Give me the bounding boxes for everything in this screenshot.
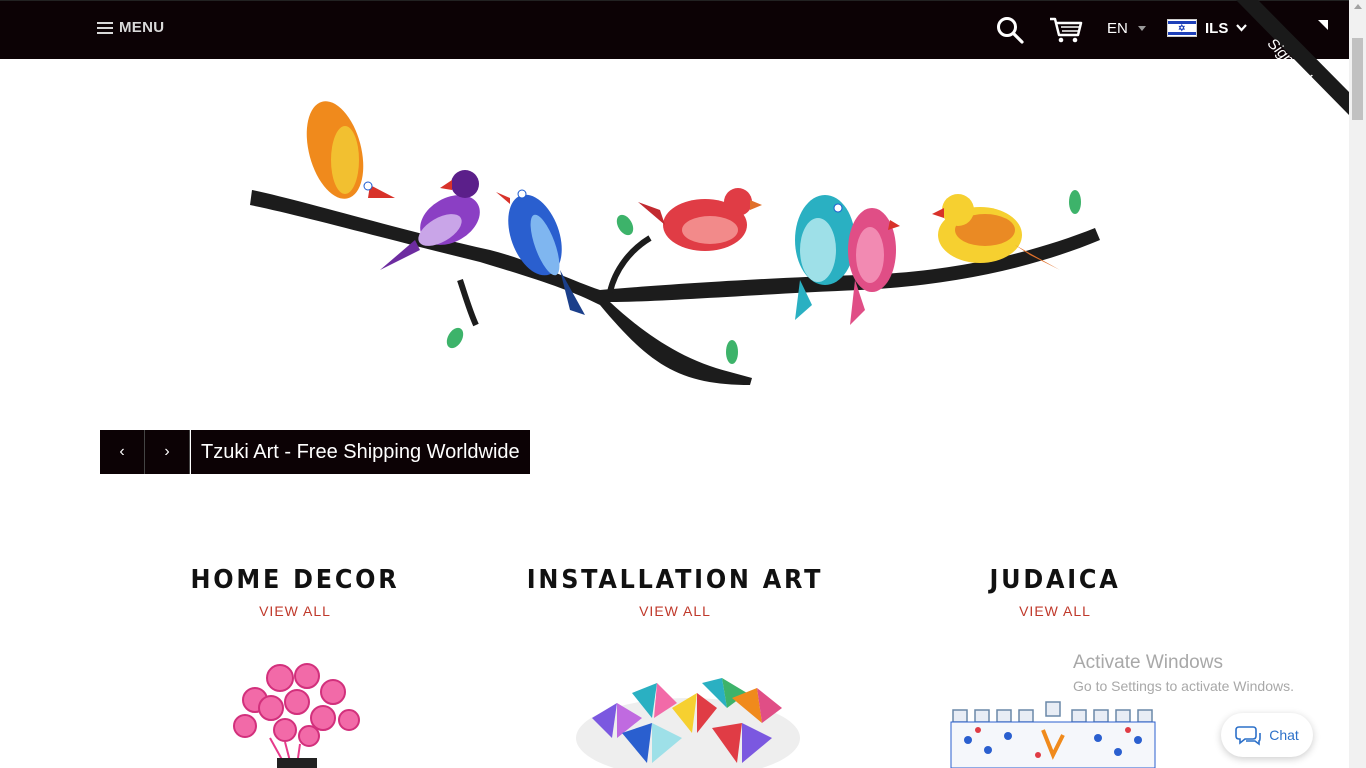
- chat-bubble-icon: [1235, 726, 1262, 746]
- page-scrollbar[interactable]: [1349, 0, 1366, 768]
- collection-home-decor: HOME DECOR VIEW ALL: [105, 565, 485, 621]
- windows-activation-watermark: Activate Windows Go to Settings to activ…: [1073, 652, 1294, 694]
- view-all-link[interactable]: VIEW ALL: [1019, 603, 1091, 619]
- home-decor-roses-image[interactable]: [225, 660, 365, 768]
- search-icon[interactable]: [996, 16, 1024, 44]
- language-label: EN: [1107, 20, 1128, 37]
- scroll-up-arrow-icon[interactable]: [1354, 4, 1362, 9]
- hero-slider-controls: ‹ › Tzuki Art - Free Shipping Worldwide: [100, 430, 530, 474]
- next-slide-button[interactable]: ›: [145, 430, 190, 474]
- view-all-link[interactable]: VIEW ALL: [259, 603, 331, 619]
- cart-icon[interactable]: [1049, 16, 1083, 44]
- collection-title: HOME DECOR: [190, 565, 400, 595]
- chat-button[interactable]: Chat: [1221, 713, 1313, 757]
- top-navigation-bar: MENU EN ✡ ILS: [0, 0, 1349, 59]
- pink-bird-icon: [848, 208, 900, 325]
- hero-caption: Tzuki Art - Free Shipping Worldwide: [191, 430, 530, 474]
- hero-birds-on-branch-image: [250, 101, 1100, 385]
- menu-button[interactable]: MENU: [97, 19, 164, 36]
- judaica-menorah-image[interactable]: [948, 700, 1158, 768]
- collection-title: JUDAICA: [989, 565, 1121, 595]
- chevron-right-icon: ›: [164, 443, 170, 460]
- chat-label: Chat: [1269, 727, 1299, 743]
- caret-down-icon: [1137, 26, 1146, 31]
- red-bird-icon: [638, 188, 762, 251]
- menu-label: MENU: [119, 19, 165, 36]
- israel-flag-icon: ✡: [1167, 19, 1197, 37]
- installation-art-butterflies-image[interactable]: [572, 678, 804, 768]
- activation-title: Activate Windows: [1073, 652, 1223, 673]
- hamburger-icon: [97, 21, 113, 34]
- scrollbar-thumb[interactable]: [1352, 38, 1363, 120]
- view-all-link[interactable]: VIEW ALL: [639, 603, 711, 619]
- activation-subtitle: Go to Settings to activate Windows.: [1073, 678, 1294, 694]
- currency-label: ILS: [1205, 19, 1229, 37]
- orange-bird-icon: [306, 101, 395, 199]
- chevron-left-icon: ‹: [119, 443, 125, 460]
- collection-title: INSTALLATION ART: [526, 565, 824, 595]
- collection-installation-art: INSTALLATION ART VIEW ALL: [485, 565, 865, 621]
- language-selector[interactable]: EN: [1107, 20, 1146, 37]
- previous-slide-button[interactable]: ‹: [100, 430, 145, 474]
- teal-bird-icon: [795, 195, 855, 320]
- collection-judaica: JUDAICA VIEW ALL: [865, 565, 1245, 621]
- blue-bird-icon: [496, 189, 585, 315]
